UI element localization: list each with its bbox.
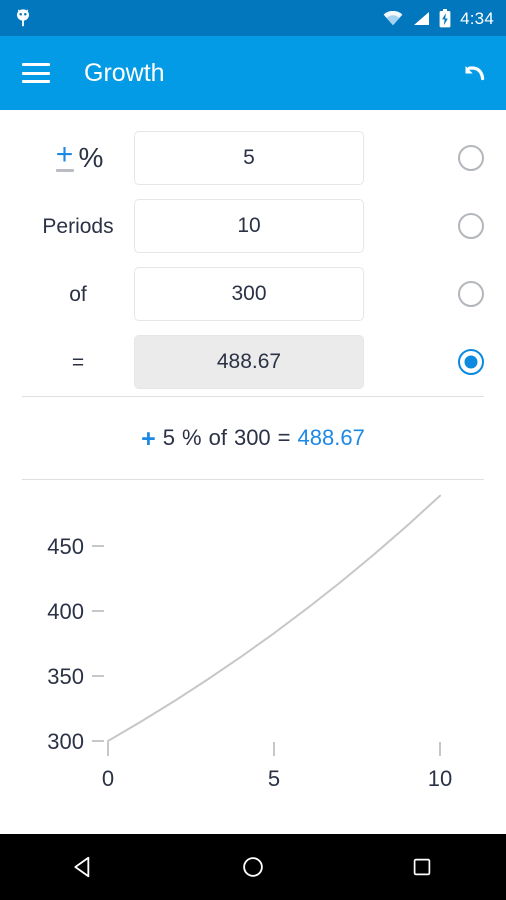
chart-y-tick-label: 350 <box>47 664 84 689</box>
home-circle-icon <box>243 857 263 877</box>
android-robot-icon <box>17 9 29 27</box>
summary-principal: 300 <box>233 425 271 450</box>
app-bar: Growth <box>0 36 506 110</box>
form-row-rate: + % <box>0 124 506 192</box>
form-row-periods: Periods <box>0 192 506 260</box>
wifi-icon <box>383 10 403 25</box>
chart-x-tick-label: 0 <box>102 766 114 791</box>
summary-percent-sign: % <box>182 425 202 450</box>
form-row-principal: of <box>0 260 506 328</box>
recents-square-icon <box>413 858 430 876</box>
summary-equals: = <box>277 425 291 450</box>
undo-icon <box>465 66 485 81</box>
minus-sign <box>55 168 74 172</box>
summary-of-word: of <box>208 425 227 450</box>
nav-recents-button[interactable] <box>337 834 506 900</box>
principal-input[interactable] <box>134 267 364 321</box>
percent-sign: % <box>78 142 104 173</box>
chart-y-tick-label: 300 <box>47 729 84 754</box>
principal-label: of <box>69 282 87 306</box>
result-label: = <box>71 350 85 374</box>
nav-home-button[interactable] <box>169 834 338 900</box>
result-input[interactable] <box>134 335 364 389</box>
nav-back-button[interactable] <box>0 834 169 900</box>
chart-series <box>107 494 441 742</box>
summary-result: 488.67 <box>297 425 365 450</box>
undo-button[interactable] <box>454 56 488 90</box>
periods-label: Periods <box>42 214 114 238</box>
chart-x-axis: 0 5 10 <box>102 742 452 791</box>
form-row-result: = <box>0 328 506 396</box>
chart-y-tick-label: 450 <box>47 534 84 559</box>
status-bar-notifications <box>14 8 383 28</box>
chart-y-tick-label: 400 <box>47 599 84 624</box>
status-bar-clock: 4:34 <box>460 8 494 28</box>
growth-chart-svg: 300 350 400 450 0 5 10 <box>47 494 452 791</box>
summary-expression: + 5 % of 300 = 488.67 <box>0 397 506 479</box>
chart-x-tick-label: 10 <box>428 766 452 791</box>
periods-input[interactable] <box>134 199 364 253</box>
page-title: Growth <box>84 58 165 87</box>
status-bar-system-icons: 4:34 <box>383 8 494 28</box>
summary-operator: + <box>141 424 156 453</box>
plus-sign: + <box>55 138 74 172</box>
radio-result[interactable] <box>458 349 484 375</box>
android-navigation-bar <box>0 834 506 900</box>
rate-sign-toggle[interactable]: + % <box>22 138 134 173</box>
growth-chart: 300 350 400 450 0 5 10 <box>0 480 506 810</box>
back-triangle-icon <box>74 856 90 878</box>
growth-form: + % Periods of = <box>0 110 506 396</box>
battery-charging-icon <box>439 8 451 27</box>
chart-y-axis: 300 350 400 450 <box>47 534 104 754</box>
plus-minus-icon: + <box>53 138 77 172</box>
cell-signal-icon <box>414 11 430 25</box>
radio-periods[interactable] <box>458 213 484 239</box>
radio-rate[interactable] <box>458 145 484 171</box>
hamburger-menu-icon[interactable] <box>22 63 50 83</box>
growth-curve <box>107 494 441 742</box>
status-bar: 4:34 <box>0 0 506 36</box>
radio-principal[interactable] <box>458 281 484 307</box>
rate-input[interactable] <box>134 131 364 185</box>
summary-rate: 5 <box>162 425 176 450</box>
chart-x-tick-label: 5 <box>268 766 280 791</box>
